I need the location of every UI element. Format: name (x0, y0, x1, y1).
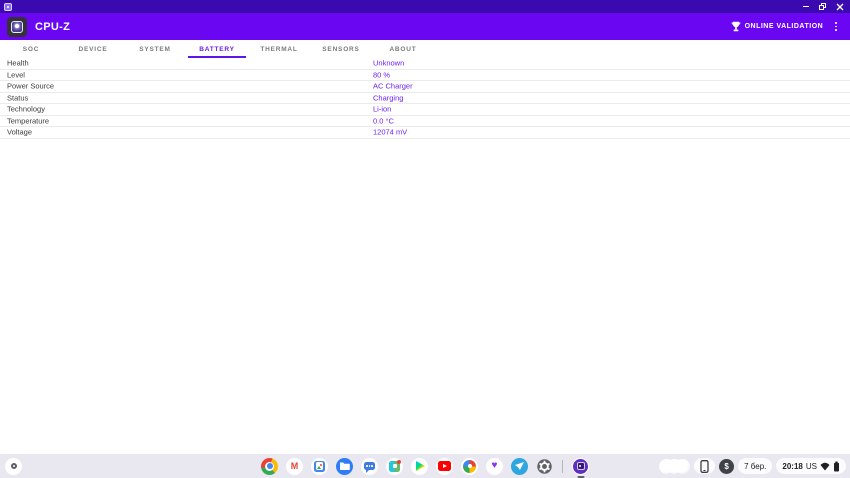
taskbar: M ♥ (0, 454, 850, 478)
wifi-icon (820, 462, 830, 471)
settings-icon[interactable] (536, 458, 553, 475)
heart-glyph: ♥ (492, 461, 498, 471)
tab-battery[interactable]: BATTERY (186, 40, 248, 58)
active-app-indicator (577, 476, 584, 478)
cpuz-taskbar-icon[interactable] (572, 458, 589, 475)
row-value: Charging (373, 93, 403, 102)
cpuz-mini-app-icon (4, 3, 12, 11)
table-row: Status Charging (0, 93, 850, 105)
tab-thermal[interactable]: THERMAL (248, 40, 310, 58)
tab-system[interactable]: SYSTEM (124, 40, 186, 58)
telegram-icon[interactable] (511, 458, 528, 475)
chrome-icon[interactable] (261, 458, 278, 475)
gmail-icon[interactable]: M (286, 458, 303, 475)
dollar-tray-icon[interactable]: $ (719, 459, 734, 474)
tab-about[interactable]: ABOUT (372, 40, 434, 58)
row-label: Level (7, 70, 25, 79)
launcher-ring-icon (11, 463, 17, 469)
row-label: Technology (7, 105, 45, 114)
app-launcher-button[interactable] (5, 458, 22, 475)
date-chip[interactable]: 7 бер. (738, 458, 772, 474)
trophy-icon (731, 21, 741, 32)
gmail-m-glyph: M (291, 462, 299, 471)
row-label: Health (7, 59, 29, 68)
youtube-icon[interactable] (436, 458, 453, 475)
table-row: Health Unknown (0, 58, 850, 70)
app-title: CPU-Z (35, 21, 70, 33)
dock-separator (562, 460, 563, 473)
table-row: Level 80 % (0, 70, 850, 82)
heart-app-icon[interactable]: ♥ (486, 458, 503, 475)
cpuz-logo-icon (7, 17, 27, 37)
battery-info-table: Health Unknown Level 80 % Power Source A… (0, 58, 850, 139)
tab-device[interactable]: DEVICE (62, 40, 124, 58)
play-store-icon[interactable] (411, 458, 428, 475)
table-row: Power Source AC Charger (0, 81, 850, 93)
row-value: Li-ion (373, 105, 391, 114)
row-label: Power Source (7, 82, 54, 91)
table-row: Voltage 12074 mV (0, 127, 850, 139)
dollar-glyph: $ (724, 462, 728, 471)
system-tray: $ 7 бер. 20:18 US (659, 458, 846, 475)
tray-time: 20:18 (782, 462, 802, 471)
overflow-menu-icon[interactable] (831, 20, 841, 32)
tray-date: 7 бер. (744, 462, 766, 471)
online-validation-label: ONLINE VALIDATION (745, 23, 824, 30)
play-games-icon[interactable] (386, 458, 403, 475)
close-icon[interactable] (836, 3, 844, 11)
row-value: 0.0 °C (373, 116, 394, 125)
table-row: Temperature 0.0 °C (0, 116, 850, 128)
keyboard-layout: US (806, 462, 817, 471)
device-tray-button[interactable] (694, 458, 715, 474)
dock: M ♥ (261, 458, 589, 475)
table-row: Technology Li-ion (0, 104, 850, 116)
minimize-icon[interactable] (803, 6, 809, 8)
window-titlebar (0, 0, 850, 13)
tab-soc[interactable]: SOC (0, 40, 62, 58)
phone-icon (700, 460, 709, 473)
online-validation-button[interactable]: ONLINE VALIDATION (731, 21, 824, 32)
app-bar: CPU-Z ONLINE VALIDATION (0, 13, 850, 40)
tab-bar: SOC DEVICE SYSTEM BATTERY THERMAL SENSOR… (0, 40, 434, 58)
row-value: 80 % (373, 70, 390, 79)
files-icon[interactable] (336, 458, 353, 475)
row-label: Temperature (7, 116, 49, 125)
battery-icon (833, 461, 840, 472)
restore-window-icon[interactable] (819, 3, 826, 10)
row-value: AC Charger (373, 82, 413, 91)
row-value: 12074 mV (373, 128, 407, 137)
gallery-icon[interactable] (311, 458, 328, 475)
row-value: Unknown (373, 59, 404, 68)
notification-bubbles[interactable] (659, 459, 690, 474)
row-label: Status (7, 93, 28, 102)
tab-sensors[interactable]: SENSORS (310, 40, 372, 58)
chat-icon[interactable] (361, 458, 378, 475)
row-label: Voltage (7, 128, 32, 137)
status-chip[interactable]: 20:18 US (776, 458, 846, 474)
google-photos-icon[interactable] (461, 458, 478, 475)
